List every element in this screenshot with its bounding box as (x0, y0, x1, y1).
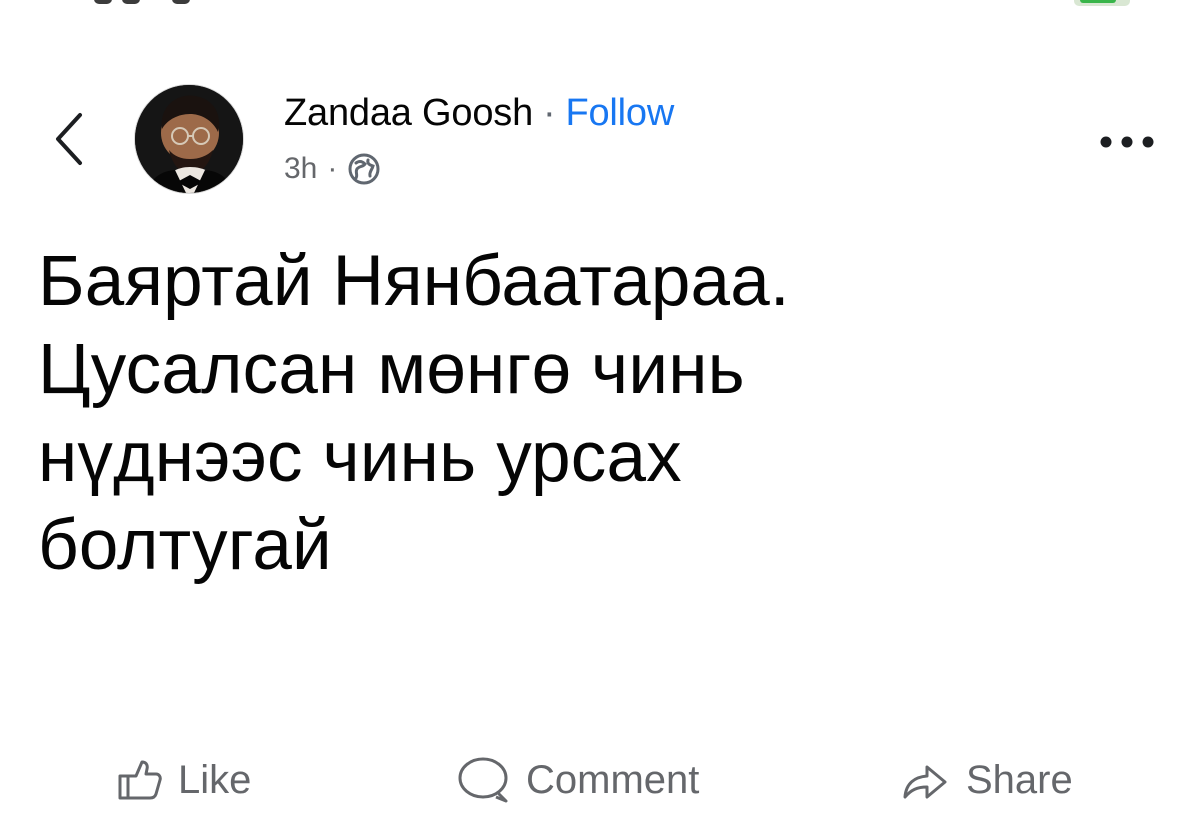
like-label: Like (178, 757, 252, 802)
post-header: Zandaa Goosh · Follow 3h · (0, 84, 1200, 199)
share-icon (903, 765, 947, 799)
more-options-button[interactable] (1096, 130, 1158, 154)
profile-photo (135, 85, 243, 193)
chevron-left-icon (56, 113, 82, 165)
comment-label: Comment (526, 757, 700, 802)
share-label: Share (966, 757, 1073, 802)
post-meta: 3h · (284, 151, 381, 187)
comment-icon (458, 757, 508, 803)
comment-button[interactable]: Comment (456, 750, 699, 810)
more-horizontal-icon (1100, 136, 1154, 148)
status-bar (0, 0, 1200, 12)
signal-indicator (122, 0, 140, 4)
follow-button[interactable]: Follow (565, 92, 674, 134)
globe-icon[interactable] (347, 152, 381, 186)
author-avatar[interactable] (134, 84, 244, 194)
meta-separator: · (327, 152, 338, 185)
share-button[interactable]: Share (898, 750, 1073, 810)
like-button[interactable]: Like (116, 750, 251, 810)
author-line: Zandaa Goosh · Follow (284, 90, 674, 136)
signal-indicator (172, 0, 190, 4)
post-text: Баяртай Нянбаатараа. Цусалсан мөнгө чинь… (38, 242, 790, 585)
post-time[interactable]: 3h (284, 152, 317, 186)
back-button[interactable] (46, 107, 92, 171)
signal-indicator (94, 0, 112, 4)
author-name[interactable]: Zandaa Goosh (284, 92, 533, 134)
battery-level (1080, 0, 1116, 3)
thumbs-up-icon (118, 760, 162, 800)
battery-icon (1074, 0, 1130, 6)
separator-dot: · (543, 92, 556, 134)
post-actions: Like Comment Share (0, 750, 1200, 810)
